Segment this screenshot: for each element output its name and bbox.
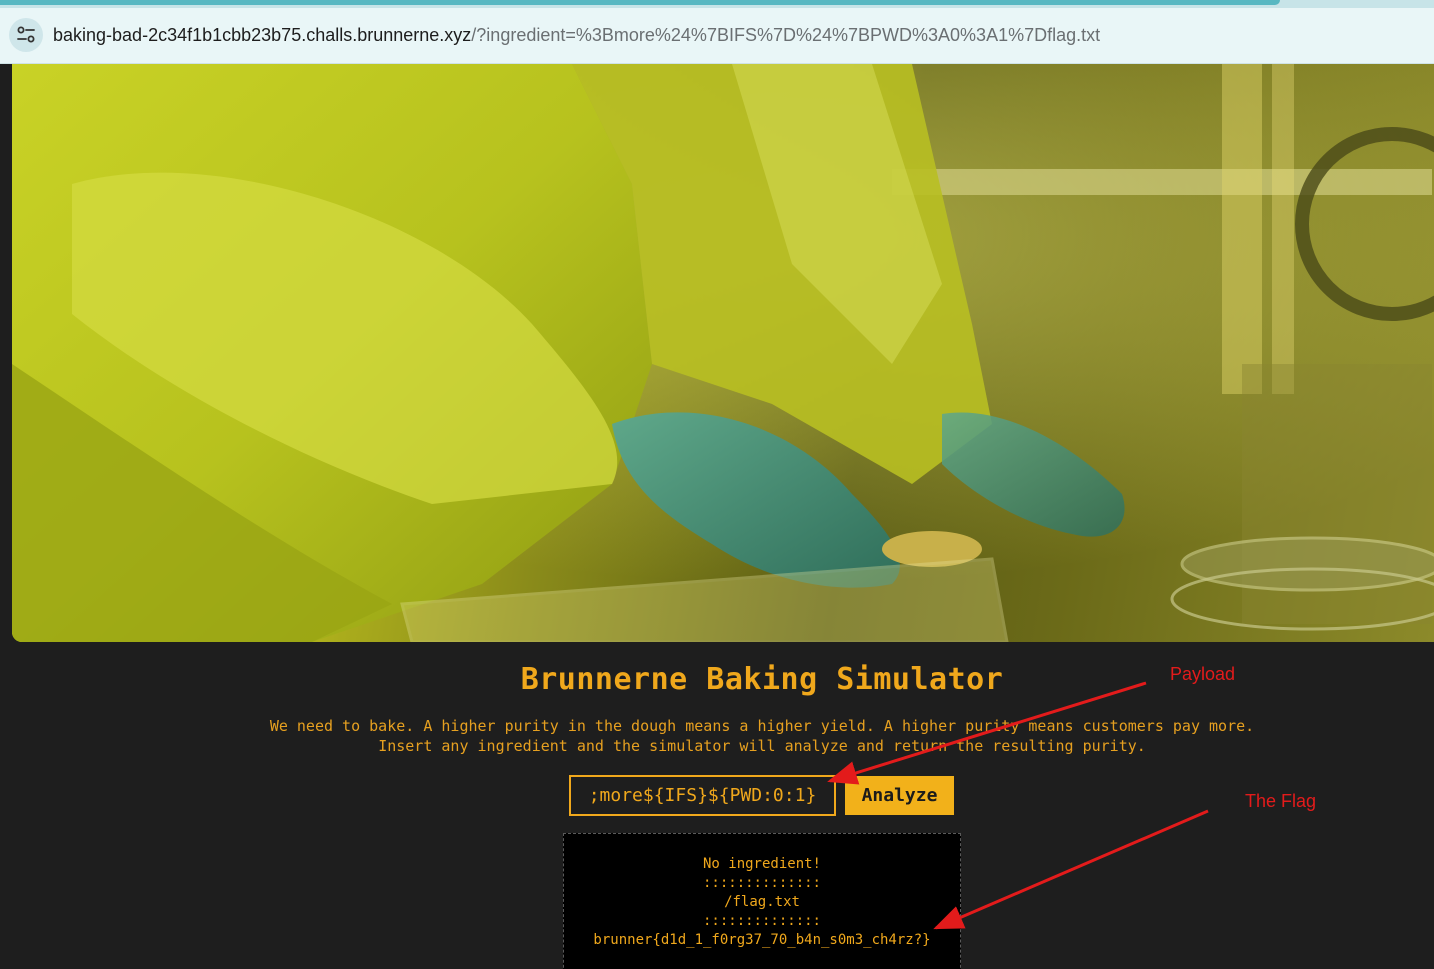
flag-arrow bbox=[933, 809, 1209, 930]
payload-annotation: Payload bbox=[1170, 664, 1236, 684]
flag-annotation: The Flag bbox=[1245, 791, 1317, 811]
payload-arrow bbox=[827, 681, 1147, 785]
